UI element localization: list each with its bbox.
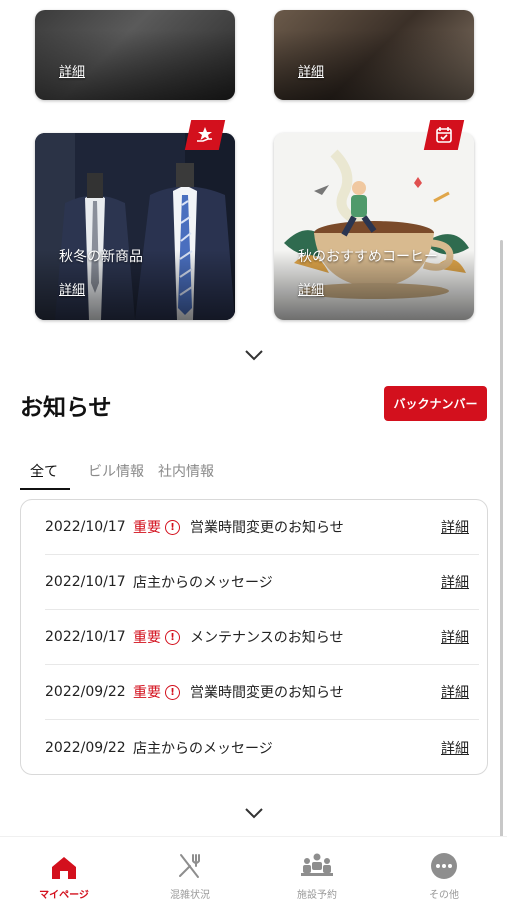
badge-calendar	[423, 120, 465, 150]
news-row[interactable]: 2022/09/22 店主からのメッセージ 詳細	[45, 720, 479, 775]
news-message: 営業時間変更のお知らせ	[190, 685, 344, 701]
nav-label: 混雑状況	[170, 890, 210, 900]
chevron-down-icon	[244, 350, 263, 361]
news-detail-link[interactable]: 詳細	[441, 627, 469, 647]
nav-congestion[interactable]: 混雑状況	[140, 837, 240, 900]
meeting-icon	[301, 853, 333, 876]
news-message: 営業時間変更のお知らせ	[190, 520, 344, 536]
news-detail-link[interactable]: 詳細	[441, 738, 469, 758]
promo-card-coffee[interactable]: 秋のおすすめコーヒー 詳細	[274, 133, 474, 320]
card-title: 秋冬の新商品	[59, 249, 143, 265]
news-section-title: お知らせ	[20, 395, 112, 421]
news-date: 2022/10/17	[45, 629, 126, 645]
expand-news-button[interactable]	[0, 806, 507, 820]
nav-facility-reservation[interactable]: 施設予約	[267, 837, 367, 900]
card-detail-link[interactable]: 詳細	[59, 61, 85, 80]
star-hand-icon	[197, 127, 212, 142]
news-message: 店主からのメッセージ	[133, 575, 273, 591]
card-title: 秋のおすすめコーヒー	[298, 249, 438, 265]
news-detail-link[interactable]: 詳細	[441, 572, 469, 592]
nav-label: マイページ	[39, 890, 89, 900]
news-row[interactable]: 2022/09/22 重要 ! 営業時間変更のお知らせ 詳細	[45, 665, 479, 720]
important-label: 重要	[133, 630, 161, 646]
fork-knife-icon	[179, 854, 200, 878]
news-date: 2022/10/17	[45, 519, 126, 535]
chevron-down-icon	[244, 808, 263, 819]
nav-label: その他	[429, 890, 459, 900]
bottom-navigation: マイページ 混雑状況 施設予約 その他	[0, 836, 507, 900]
card-detail-link[interactable]: 詳細	[298, 61, 324, 80]
news-message: 店主からのメッセージ	[133, 740, 273, 757]
news-detail-link[interactable]: 詳細	[441, 682, 469, 702]
alert-circle-icon: !	[165, 629, 180, 645]
news-detail-link[interactable]: 詳細	[441, 517, 469, 537]
card-detail-link[interactable]: 詳細	[298, 279, 324, 298]
news-list: 2022/10/17 重要 ! 営業時間変更のお知らせ 詳細 2022/10/1…	[20, 499, 488, 775]
tab-all[interactable]: 全て	[20, 456, 70, 490]
promo-card-top-right[interactable]: 詳細	[274, 10, 474, 100]
news-tabs: 全て ビル情報 社内情報	[20, 456, 224, 490]
more-icon	[431, 853, 457, 879]
news-row[interactable]: 2022/10/17 重要 ! メンテナンスのお知らせ 詳細	[45, 610, 479, 665]
news-message: メンテナンスのお知らせ	[190, 630, 344, 646]
back-number-button[interactable]: バックナンバー	[384, 386, 487, 421]
news-row[interactable]: 2022/10/17 店主からのメッセージ 詳細	[45, 555, 479, 610]
nav-label: 施設予約	[297, 890, 337, 900]
tab-company-info[interactable]: 社内情報	[158, 456, 224, 490]
calendar-check-icon	[436, 127, 452, 143]
mypage-screen: 詳細 詳細 秋冬の新商品 詳細 秋のおすすめコーヒー 詳細 お知らせ バックナン…	[0, 0, 507, 900]
important-label: 重要	[133, 520, 161, 536]
promo-card-top-left[interactable]: 詳細	[35, 10, 235, 100]
news-date: 2022/09/22	[45, 739, 126, 756]
scrollbar[interactable]	[500, 240, 503, 840]
promo-card-new-products[interactable]: 秋冬の新商品 詳細	[35, 133, 235, 320]
home-icon	[52, 857, 76, 879]
important-label: 重要	[133, 685, 161, 701]
news-date: 2022/09/22	[45, 684, 126, 700]
news-date: 2022/10/17	[45, 574, 126, 590]
badge-star-hand	[184, 120, 226, 150]
news-row[interactable]: 2022/10/17 重要 ! 営業時間変更のお知らせ 詳細	[45, 500, 479, 555]
alert-circle-icon: !	[165, 684, 180, 700]
nav-other[interactable]: その他	[394, 837, 494, 900]
card-detail-link[interactable]: 詳細	[59, 279, 85, 298]
tab-building-info[interactable]: ビル情報	[70, 456, 158, 490]
nav-mypage[interactable]: マイページ	[14, 837, 114, 900]
alert-circle-icon: !	[165, 519, 180, 535]
expand-cards-button[interactable]	[0, 348, 507, 362]
